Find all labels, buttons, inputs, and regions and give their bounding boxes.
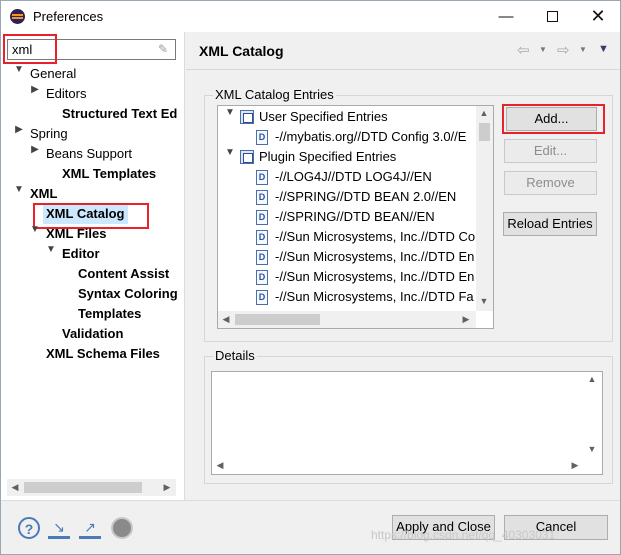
tree-item-structured-text[interactable]: Structured Text Ed <box>62 104 178 124</box>
minimize-button[interactable]: — <box>483 1 529 32</box>
catalog-entries-label: XML Catalog Entries <box>213 87 336 102</box>
scroll-thumb[interactable] <box>479 123 490 141</box>
dtd-icon: D <box>256 190 268 205</box>
details-text-area[interactable]: ▲ ▼ ◀ ▶ <box>211 371 603 475</box>
maximize-button[interactable] <box>529 1 575 32</box>
catalog-group-icon <box>240 110 254 124</box>
catalog-entries-tree[interactable]: ▼ User Specified Entries D -//mybatis.or… <box>217 105 494 329</box>
eraser-icon[interactable]: ✎ <box>158 42 172 56</box>
view-menu-icon[interactable]: ▼ <box>598 43 609 55</box>
scroll-up-icon[interactable]: ▲ <box>477 106 491 121</box>
entry-item[interactable]: -//LOG4J//DTD LOG4J//EN <box>275 167 475 187</box>
add-highlight <box>502 104 605 134</box>
collapse-icon[interactable]: ▼ <box>13 184 25 204</box>
maximize-icon <box>546 11 558 22</box>
collapse-icon[interactable]: ▼ <box>224 107 236 127</box>
entries-horizontal-scrollbar[interactable]: ◀ ▶ <box>218 311 476 328</box>
tree-item-xml-files[interactable]: XML Files <box>46 224 106 244</box>
tree-item-spring[interactable]: Spring <box>30 124 68 144</box>
scroll-down-icon[interactable]: ▼ <box>477 294 491 309</box>
scroll-right-icon[interactable]: ▶ <box>568 458 582 473</box>
tree-item-general[interactable]: General <box>30 64 76 84</box>
tree-item-beans-support[interactable]: Beans Support <box>46 144 132 164</box>
scroll-right-icon[interactable]: ▶ <box>160 480 174 495</box>
expand-icon[interactable]: ▶ <box>13 124 25 144</box>
reload-entries-button[interactable]: Reload Entries <box>503 212 597 236</box>
scroll-left-icon[interactable]: ◀ <box>219 312 233 327</box>
dtd-icon: D <box>256 170 268 185</box>
expand-icon[interactable]: ▶ <box>29 144 41 164</box>
remove-button[interactable]: Remove <box>504 171 597 195</box>
scroll-left-icon[interactable]: ◀ <box>8 480 22 495</box>
oomph-preference-icon[interactable] <box>111 517 133 539</box>
entry-item[interactable]: -//Sun Microsystems, Inc.//DTD Co <box>275 227 475 247</box>
forward-icon[interactable]: ⇨ <box>557 41 570 59</box>
entry-item[interactable]: -//mybatis.org//DTD Config 3.0//E <box>275 127 475 147</box>
dialog-footer: ? ↘ ↗ Apply and Close Cancel <box>1 500 620 554</box>
scroll-thumb[interactable] <box>235 314 320 325</box>
dtd-icon: D <box>256 270 268 285</box>
help-icon[interactable]: ? <box>18 517 40 539</box>
scroll-left-icon[interactable]: ◀ <box>213 458 227 473</box>
collapse-icon[interactable]: ▼ <box>29 224 41 244</box>
entry-item[interactable]: -//Sun Microsystems, Inc.//DTD En <box>275 247 475 267</box>
window-title: Preferences <box>33 9 104 24</box>
back-icon[interactable]: ⇦ <box>517 41 530 59</box>
export-icon[interactable]: ↗ <box>79 517 101 539</box>
back-menu-icon[interactable]: ▼ <box>539 45 547 54</box>
entry-item[interactable]: -//Sun Microsystems, Inc.//DTD En <box>275 267 475 287</box>
tree-item-validation[interactable]: Validation <box>62 324 123 344</box>
entry-item[interactable]: -//Sun Microsystems, Inc.//DTD Fa <box>275 287 475 307</box>
page-title: XML Catalog <box>199 43 284 59</box>
scroll-up-icon[interactable]: ▲ <box>585 372 599 387</box>
dtd-icon: D <box>256 290 268 305</box>
tree-item-syntax-coloring[interactable]: Syntax Coloring <box>78 284 178 304</box>
tree-horizontal-scrollbar[interactable]: ◀ ▶ <box>7 479 176 496</box>
title-bar: Preferences — ✕ <box>1 1 620 32</box>
dtd-icon: D <box>256 130 268 145</box>
tree-item-editor[interactable]: Editor <box>62 244 100 264</box>
forward-menu-icon[interactable]: ▼ <box>579 45 587 54</box>
watermark: https://blog.csdn.net/qq_40303031 <box>371 528 556 542</box>
tree-item-xml[interactable]: XML <box>30 184 57 204</box>
dtd-icon: D <box>256 250 268 265</box>
eclipse-icon <box>10 9 25 24</box>
page-header: XML Catalog ⇦ ▼ ⇨ ▼ ▼ <box>186 32 620 70</box>
entry-plugin-specified[interactable]: Plugin Specified Entries <box>259 147 474 167</box>
tree-item-templates[interactable]: Templates <box>78 304 141 324</box>
tree-item-xml-schema-files[interactable]: XML Schema Files <box>46 344 160 364</box>
dtd-icon: D <box>256 230 268 245</box>
entries-vertical-scrollbar[interactable]: ▲ ▼ <box>476 106 493 311</box>
tree-item-content-assist[interactable]: Content Assist <box>78 264 169 284</box>
edit-button[interactable]: Edit... <box>504 139 597 163</box>
entry-item[interactable]: -//SPRING//DTD BEAN 2.0//EN <box>275 187 475 207</box>
collapse-icon[interactable]: ▼ <box>224 147 236 167</box>
collapse-icon[interactable]: ▼ <box>13 64 25 84</box>
expand-icon[interactable]: ▶ <box>29 84 41 104</box>
filter-highlight <box>3 34 57 64</box>
scroll-down-icon[interactable]: ▼ <box>585 442 599 457</box>
preference-tree-panel: xml ✎ ▼ General ▶ Editors Structured Tex… <box>1 32 185 500</box>
scroll-right-icon[interactable]: ▶ <box>459 312 473 327</box>
catalog-group-icon <box>240 150 254 164</box>
preferences-window: Preferences — ✕ xml ✎ ▼ General ▶ Editor… <box>0 0 621 555</box>
tree-item-xml-templates[interactable]: XML Templates <box>62 164 156 184</box>
tree-item-editors[interactable]: Editors <box>46 84 86 104</box>
dtd-icon: D <box>256 210 268 225</box>
entry-user-specified[interactable]: User Specified Entries <box>259 107 474 127</box>
collapse-icon[interactable]: ▼ <box>45 244 57 264</box>
import-icon[interactable]: ↘ <box>48 517 70 539</box>
close-button[interactable]: ✕ <box>575 1 621 32</box>
scroll-thumb[interactable] <box>24 482 142 493</box>
details-label: Details <box>213 348 257 363</box>
entry-item[interactable]: -//SPRING//DTD BEAN//EN <box>275 207 475 227</box>
